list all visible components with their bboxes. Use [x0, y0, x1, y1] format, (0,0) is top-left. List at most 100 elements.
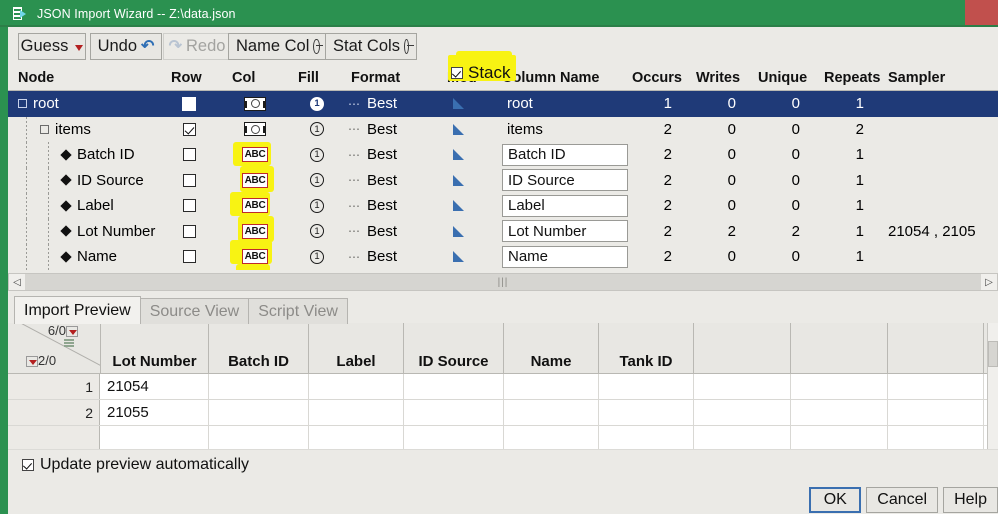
mod-cell[interactable]	[445, 270, 471, 271]
mod-triangle-icon[interactable]	[453, 149, 464, 160]
grid-row-number[interactable]: 1	[8, 374, 100, 399]
tree-row[interactable]: NameABC1⋯BestName2001	[8, 244, 998, 270]
row-flag-cell[interactable]	[176, 219, 202, 245]
col-header-fill[interactable]: Fill	[298, 70, 319, 86]
mod-triangle-icon[interactable]	[453, 124, 464, 135]
col-header-occurs[interactable]: Occurs	[632, 70, 682, 86]
fill-one-icon[interactable]: 1	[310, 173, 324, 187]
expand-toggle-icon[interactable]	[40, 125, 49, 134]
col-abc-icon[interactable]: ABC	[242, 147, 268, 162]
grid-cell[interactable]	[791, 374, 888, 399]
col-abc-icon[interactable]: ABC	[242, 224, 268, 239]
column-name-input[interactable]: Label	[502, 195, 628, 217]
row-flag-cell[interactable]	[176, 270, 202, 271]
col-type-cell[interactable]: ABC	[236, 244, 274, 270]
format-cell[interactable]: ⋯Best	[348, 219, 397, 245]
rows-menu-icon[interactable]	[26, 356, 38, 367]
col-object-icon[interactable]	[244, 122, 266, 136]
column-name-cell[interactable]: ID Source	[502, 168, 628, 194]
tree-row[interactable]: LabelABC1⋯BestLabel2001	[8, 193, 998, 219]
scroll-thumb[interactable]: |||	[25, 274, 981, 290]
grid-corner-cell[interactable]: 6/0 2/0	[8, 323, 101, 373]
column-name-cell[interactable]: root	[507, 91, 533, 117]
update-preview-checkbox[interactable]	[22, 459, 34, 471]
format-ellipsis-icon[interactable]: ⋯	[348, 199, 361, 213]
col-type-cell[interactable]: ABC	[236, 193, 274, 219]
row-checkbox[interactable]	[183, 250, 196, 263]
grid-column-header[interactable]	[791, 323, 888, 373]
mod-triangle-icon[interactable]	[453, 200, 464, 211]
grid-cell[interactable]	[404, 400, 504, 425]
tab-script-view[interactable]: Script View	[248, 298, 348, 324]
undo-button[interactable]: Undo ↶	[90, 33, 162, 60]
fill-one-icon[interactable]: 1	[310, 250, 324, 264]
row-flag-cell[interactable]	[176, 117, 202, 143]
fill-one-icon[interactable]: 1	[310, 224, 324, 238]
format-cell[interactable]: ⋯Best	[348, 168, 397, 194]
tree-node-cell[interactable]: root	[18, 91, 59, 117]
fill-one-icon[interactable]: 1	[310, 199, 324, 213]
row-checkbox[interactable]	[183, 174, 196, 187]
stack-checkbox-group[interactable]: Stack	[451, 56, 511, 90]
grid-vscroll-thumb[interactable]	[988, 341, 998, 367]
grid-column-header[interactable]: Label	[309, 323, 404, 373]
tree-node-cell[interactable]: Batch ID	[62, 142, 135, 168]
fill-cell[interactable]: 1	[304, 219, 330, 245]
col-object-icon[interactable]	[244, 97, 266, 111]
grid-column-header[interactable]	[888, 323, 984, 373]
grid-column-header[interactable]: Tank ID	[599, 323, 694, 373]
expand-toggle-icon[interactable]	[18, 99, 27, 108]
format-ellipsis-icon[interactable]: ⋯	[348, 122, 361, 136]
format-cell[interactable]: ⋯Best	[348, 244, 397, 270]
format-cell[interactable]: ⋯Best	[348, 91, 397, 117]
row-checkbox[interactable]	[183, 148, 196, 161]
column-name-cell[interactable]: Tank ID	[502, 270, 628, 271]
grid-cell[interactable]	[404, 374, 504, 399]
col-abc-icon[interactable]: ABC	[242, 173, 268, 188]
column-name-input[interactable]: Batch ID	[502, 144, 628, 166]
chevron-down-icon[interactable]	[75, 45, 83, 51]
col-type-cell[interactable]	[236, 117, 274, 143]
tree-node-cell[interactable]: Tank ID	[62, 270, 128, 271]
format-cell[interactable]: ⋯Best	[348, 270, 397, 271]
mod-cell[interactable]	[445, 117, 471, 143]
format-ellipsis-icon[interactable]: ⋯	[348, 173, 361, 187]
grid-cell[interactable]	[504, 400, 599, 425]
minus-circle-icon[interactable]	[313, 39, 320, 54]
grid-vertical-scrollbar[interactable]	[987, 323, 998, 449]
grid-cell[interactable]	[888, 374, 984, 399]
column-name-cell[interactable]: Name	[502, 244, 628, 270]
row-flag-cell[interactable]	[176, 142, 202, 168]
tree-row[interactable]: root1⋯Bestroot1001	[8, 91, 998, 117]
grid-cell[interactable]	[694, 374, 791, 399]
cancel-button[interactable]: Cancel	[866, 487, 938, 513]
row-checkbox[interactable]	[183, 123, 196, 136]
col-type-cell[interactable]	[236, 91, 274, 117]
format-cell[interactable]: ⋯Best	[348, 142, 397, 168]
grid-cell[interactable]: 21054	[101, 374, 209, 399]
grid-cell[interactable]	[599, 400, 694, 425]
tree-row[interactable]: ID SourceABC1⋯BestID Source2001	[8, 168, 998, 194]
fill-cell[interactable]: 1	[304, 270, 330, 271]
tree-node-cell[interactable]: Lot Number	[62, 219, 155, 245]
row-flag-cell[interactable]	[176, 91, 202, 117]
column-name-input[interactable]: ID Source	[502, 169, 628, 191]
column-name-cell[interactable]: Lot Number	[502, 219, 628, 245]
row-flag-cell[interactable]	[176, 168, 202, 194]
stat-cols-button[interactable]: Stat Cols	[325, 33, 417, 60]
fill-cell[interactable]: 1	[304, 91, 330, 117]
grid-cell[interactable]	[309, 400, 404, 425]
format-cell[interactable]: ⋯Best	[348, 117, 397, 143]
tree-node-cell[interactable]: Label	[62, 193, 114, 219]
format-ellipsis-icon[interactable]: ⋯	[348, 97, 361, 111]
col-header-col[interactable]: Col	[232, 70, 255, 86]
column-name-input[interactable]: Name	[502, 246, 628, 268]
col-type-cell[interactable]: ABC	[236, 219, 274, 245]
scroll-left-icon[interactable]: ◁	[9, 274, 25, 290]
fill-one-icon[interactable]: 1	[310, 122, 324, 136]
grid-cell[interactable]	[694, 400, 791, 425]
col-header-unique[interactable]: Unique	[758, 70, 807, 86]
grid-cell[interactable]	[504, 374, 599, 399]
name-col-button[interactable]: Name Col	[228, 33, 328, 60]
grid-column-header[interactable]	[694, 323, 791, 373]
